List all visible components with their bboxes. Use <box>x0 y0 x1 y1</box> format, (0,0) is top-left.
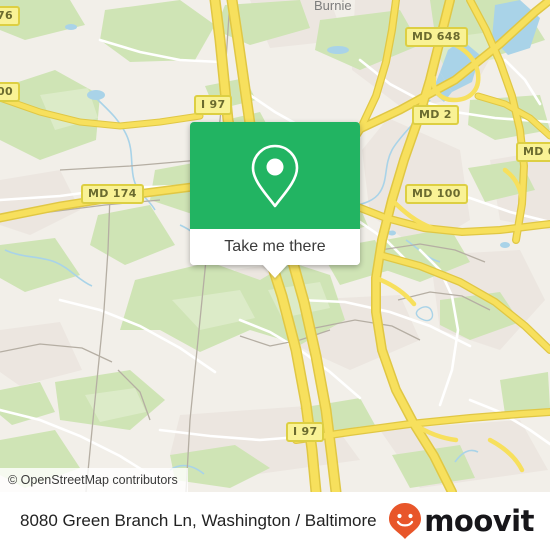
moovit-wordmark: moovit <box>424 503 534 538</box>
popup-footer[interactable]: Take me there <box>190 229 360 265</box>
road-shield[interactable]: I 97 <box>286 422 325 442</box>
map-pin-icon <box>251 144 299 207</box>
road-shield[interactable]: I 97 <box>194 95 233 115</box>
road-shield[interactable]: MD 100 <box>405 184 468 204</box>
osm-attribution-text: © OpenStreetMap contributors <box>8 473 178 487</box>
road-shield[interactable]: MD 174 <box>81 184 144 204</box>
take-me-there-label: Take me there <box>224 238 326 255</box>
osm-attribution[interactable]: © OpenStreetMap contributors <box>0 468 188 492</box>
road-shield[interactable]: MD 648 <box>405 27 468 47</box>
place-label-burnie: Burnie <box>314 0 352 13</box>
bottom-bar: 8080 Green Branch Ln, Washington / Balti… <box>0 492 550 550</box>
road-shield[interactable]: 76 <box>0 6 20 26</box>
moovit-pin-icon <box>389 503 422 539</box>
moovit-logo[interactable]: moovit <box>388 502 534 540</box>
road-shield[interactable]: MD 64 <box>516 142 550 162</box>
road-shield[interactable]: 00 <box>0 82 20 102</box>
road-shield[interactable]: MD 2 <box>412 105 459 125</box>
location-popup-card[interactable]: Take me there <box>190 122 360 278</box>
popup-header <box>190 122 360 229</box>
moovit-map-screenshot: Burnie 76 MD 648 00 I 97 MD 2 MD 64 MD 1… <box>0 0 550 550</box>
address-label: 8080 Green Branch Ln, Washington / Balti… <box>20 511 377 530</box>
popup-pointer-tail <box>262 264 288 278</box>
